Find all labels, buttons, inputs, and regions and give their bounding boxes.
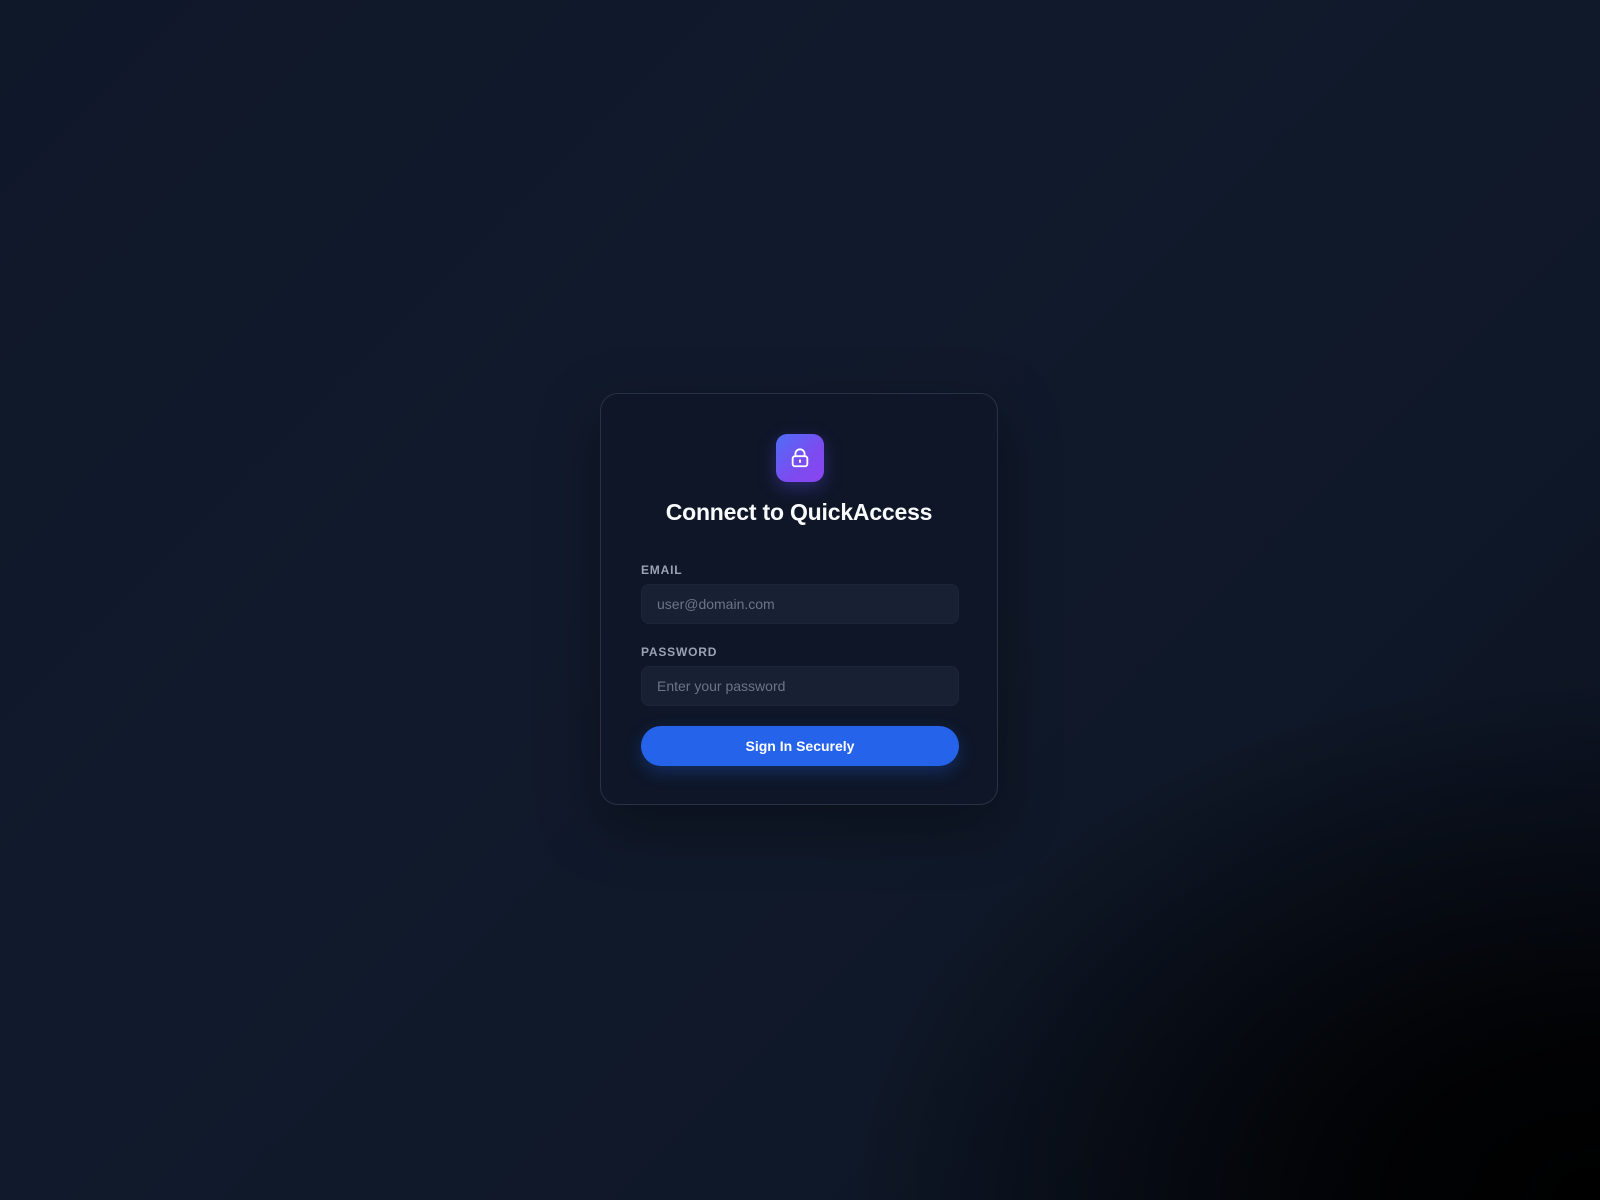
app-logo bbox=[776, 434, 824, 482]
page-title: Connect to QuickAccess bbox=[665, 499, 933, 525]
password-label: PASSWORD bbox=[641, 645, 718, 659]
login-card: Connect to QuickAccess EMAIL PASSWORD Si… bbox=[600, 393, 998, 805]
lock-icon bbox=[789, 447, 811, 469]
email-label: EMAIL bbox=[641, 563, 683, 577]
sign-in-button[interactable]: Sign In Securely bbox=[641, 726, 959, 766]
password-field[interactable] bbox=[641, 666, 959, 706]
email-field[interactable] bbox=[641, 584, 959, 624]
